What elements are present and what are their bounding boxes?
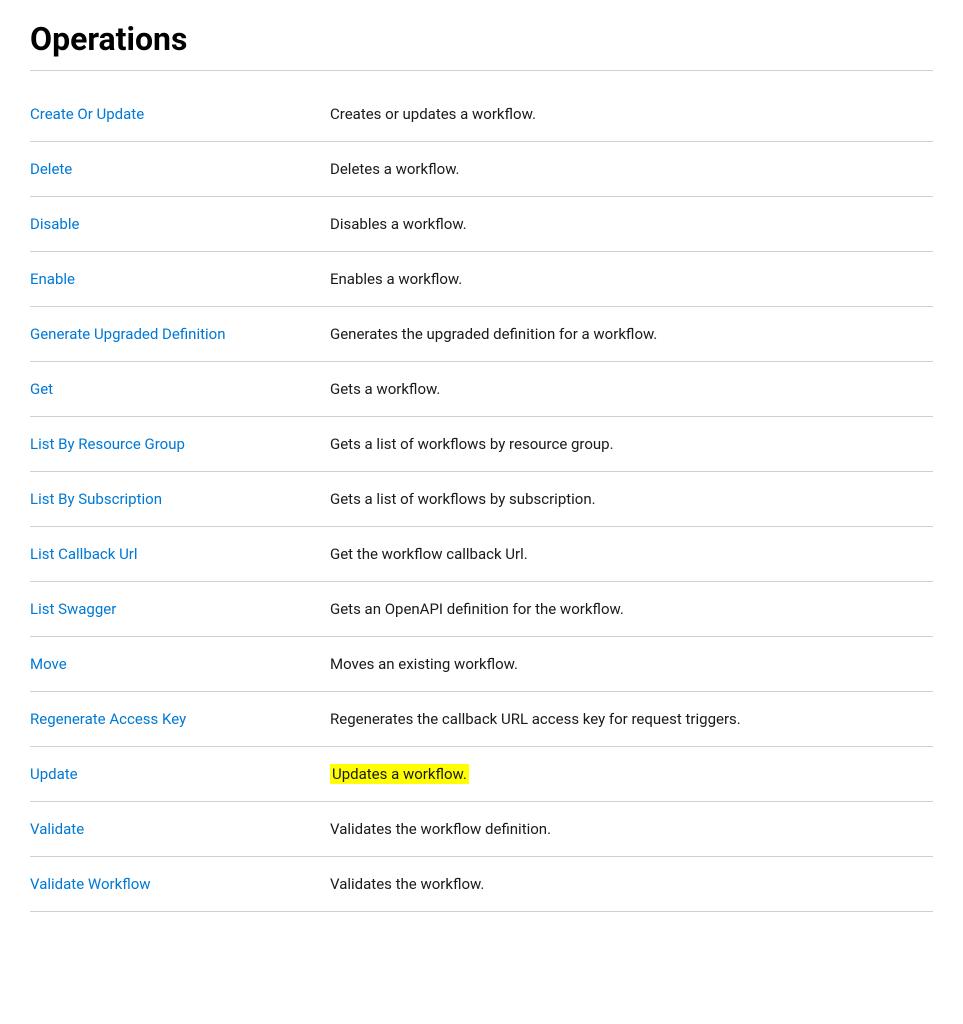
op-link-list-by-resource-group[interactable]: List By Resource Group xyxy=(30,435,185,453)
table-row: Disable Disables a workflow. xyxy=(30,197,933,252)
op-desc-list-swagger: Gets an OpenAPI definition for the workf… xyxy=(330,582,933,637)
op-link-regenerate-access-key[interactable]: Regenerate Access Key xyxy=(30,710,186,728)
op-desc-generate-upgraded-definition: Generates the upgraded definition for a … xyxy=(330,307,933,362)
table-row: List Swagger Gets an OpenAPI definition f… xyxy=(30,582,933,637)
op-link-enable[interactable]: Enable xyxy=(30,270,75,288)
table-row: List By Resource Group Gets a list of wor… xyxy=(30,417,933,472)
op-link-list-swagger[interactable]: List Swagger xyxy=(30,600,116,618)
table-row: Generate Upgraded Definition Generates th… xyxy=(30,307,933,362)
op-link-generate-upgraded-definition[interactable]: Generate Upgraded Definition xyxy=(30,325,226,343)
table-row: List Callback Url Get the workflow callba… xyxy=(30,527,933,582)
op-desc-delete: Deletes a workflow. xyxy=(330,142,933,197)
op-link-create-or-update[interactable]: Create Or Update xyxy=(30,105,144,123)
table-row: Validate Validates the workflow definitio… xyxy=(30,802,933,857)
table-row: Move Moves an existing workflow. xyxy=(30,637,933,692)
table-row: Create Or Update Creates or updates a wor… xyxy=(30,87,933,142)
table-row: Regenerate Access Key Regenerates the cal… xyxy=(30,692,933,747)
op-desc-get: Gets a workflow. xyxy=(330,362,933,417)
op-desc-list-callback-url: Get the workflow callback Url. xyxy=(330,527,933,582)
op-desc-validate-workflow: Validates the workflow. xyxy=(330,857,933,912)
op-desc-create-or-update: Creates or updates a workflow. xyxy=(330,87,933,142)
table-row: Delete Deletes a workflow. xyxy=(30,142,933,197)
op-link-get[interactable]: Get xyxy=(30,380,53,398)
op-desc-enable: Enables a workflow. xyxy=(330,252,933,307)
op-desc-update: Updates a workflow. xyxy=(330,747,933,802)
table-row: Update Updates a workflow. xyxy=(30,747,933,802)
op-link-validate-workflow[interactable]: Validate Workflow xyxy=(30,875,151,893)
op-desc-regenerate-access-key: Regenerates the callback URL access key … xyxy=(330,692,933,747)
op-desc-list-by-subscription: Gets a list of workflows by subscription… xyxy=(330,472,933,527)
table-row: List By Subscription Gets a list of workf… xyxy=(30,472,933,527)
table-row: Validate Workflow Validates the workflow. xyxy=(30,857,933,912)
operations-table: Create Or Update Creates or updates a wor… xyxy=(30,87,933,912)
op-desc-disable: Disables a workflow. xyxy=(330,197,933,252)
op-link-validate[interactable]: Validate xyxy=(30,820,84,838)
op-link-list-by-subscription[interactable]: List By Subscription xyxy=(30,490,162,508)
op-link-delete[interactable]: Delete xyxy=(30,160,72,178)
op-desc-validate: Validates the workflow definition. xyxy=(330,802,933,857)
op-link-update[interactable]: Update xyxy=(30,765,78,783)
op-link-list-callback-url[interactable]: List Callback Url xyxy=(30,545,138,563)
page-title: Operations xyxy=(30,20,933,71)
op-link-move[interactable]: Move xyxy=(30,655,67,673)
op-desc-list-by-resource-group: Gets a list of workflows by resource gro… xyxy=(330,417,933,472)
op-link-disable[interactable]: Disable xyxy=(30,215,79,233)
table-row: Enable Enables a workflow. xyxy=(30,252,933,307)
table-row: Get Gets a workflow. xyxy=(30,362,933,417)
op-desc-move: Moves an existing workflow. xyxy=(330,637,933,692)
